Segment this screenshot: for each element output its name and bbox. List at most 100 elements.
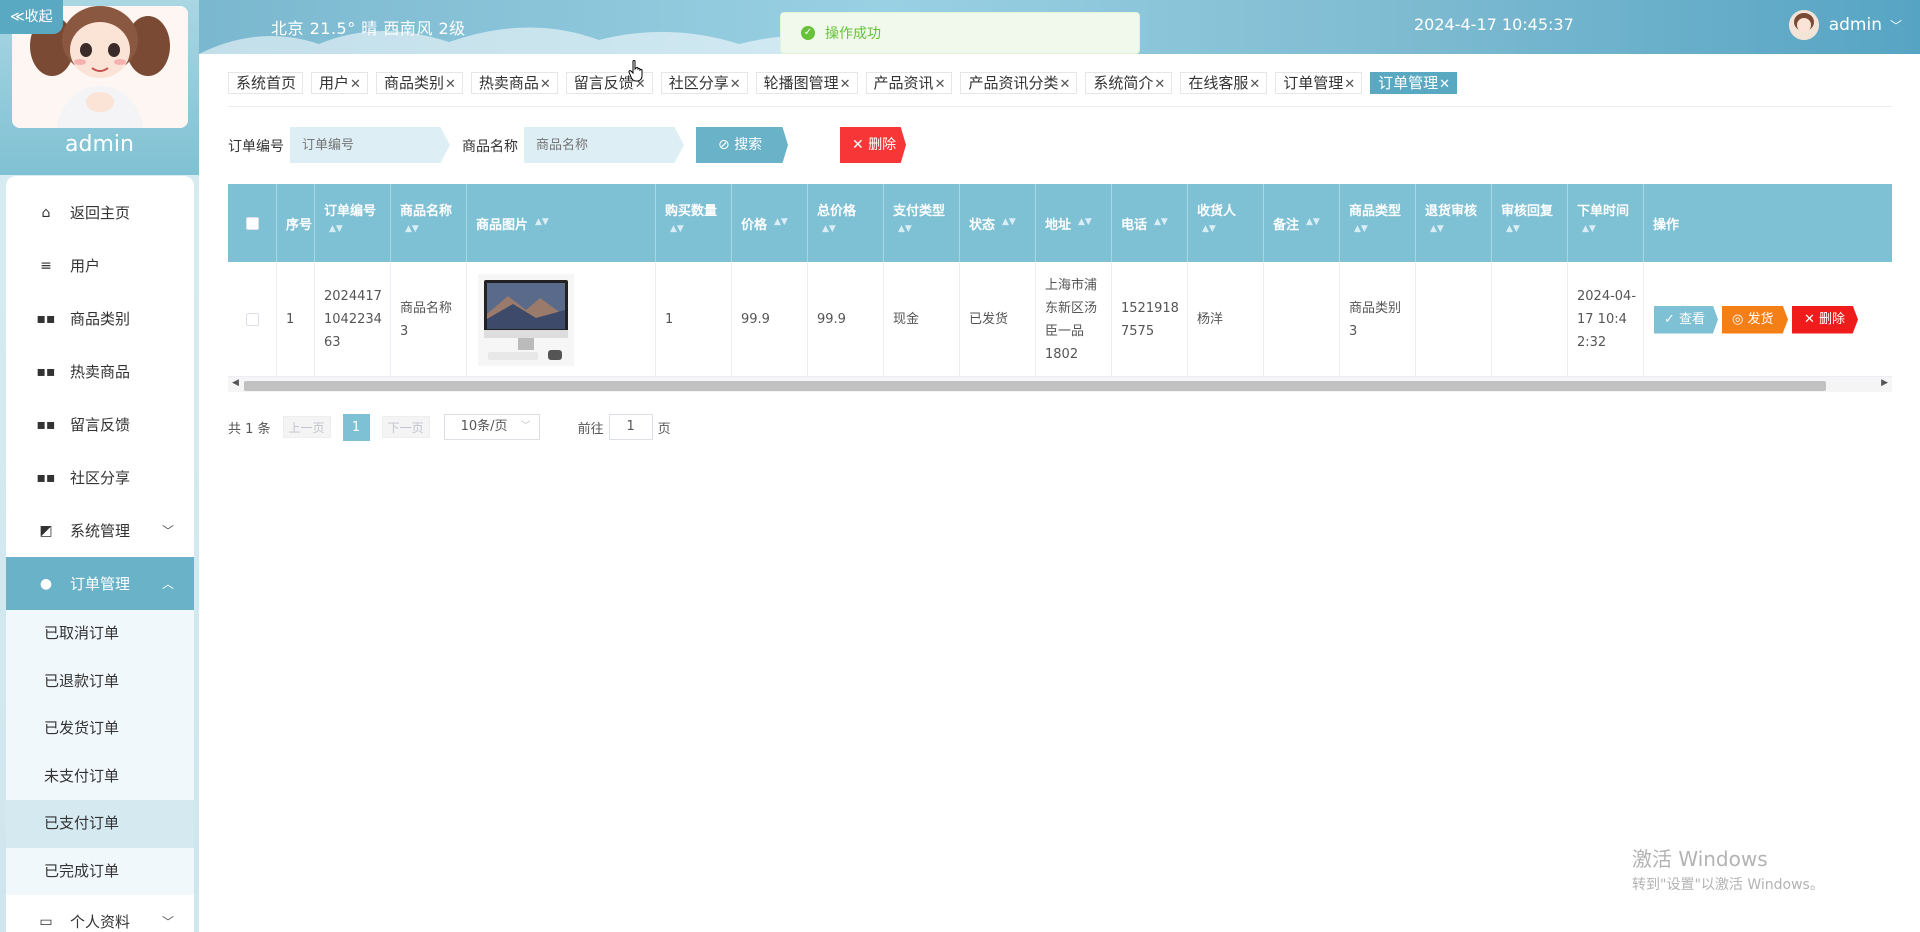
column-header[interactable]: 商品类型 ▲▼ (1340, 184, 1416, 262)
submenu-unpaid-orders[interactable]: 未支付订单 (6, 753, 194, 801)
cell-address: 上海市浦东新区汤臣一品1802 (1036, 262, 1112, 377)
sort-icon: ▲▼ (822, 224, 836, 234)
submenu-cancelled-orders[interactable]: 已取消订单 (6, 610, 194, 658)
sidebar-item-product-category[interactable]: ▪▪ 商品类别 (6, 292, 194, 345)
tab-users[interactable]: 用户✕ (311, 72, 368, 94)
tab-home[interactable]: 系统首页 (228, 72, 304, 94)
column-header[interactable]: 序号 (277, 184, 315, 262)
tab-system-intro[interactable]: 系统简介✕ (1085, 72, 1173, 94)
close-icon[interactable]: ✕ (1154, 77, 1165, 92)
prev-page-button[interactable]: 上一页 (282, 416, 331, 438)
batch-delete-button[interactable]: ✕ 删除 (840, 127, 906, 163)
column-header[interactable]: 购买数量 ▲▼ (656, 184, 732, 262)
sidebar-item-users[interactable]: ≡ 用户 (6, 239, 194, 292)
cell-phone: 15219187575 (1112, 262, 1188, 377)
column-header[interactable]: 商品图片 ▲▼ (467, 184, 656, 262)
close-icon[interactable]: ✕ (350, 77, 361, 92)
product-name-input[interactable] (524, 127, 684, 163)
tab-carousel[interactable]: 轮播图管理✕ (755, 72, 858, 94)
sort-icon: ▲▼ (1506, 224, 1520, 234)
chevron-down-icon: ﹀ (161, 915, 174, 929)
close-icon[interactable]: ✕ (1249, 77, 1260, 92)
column-header[interactable]: 总价格 ▲▼ (808, 184, 884, 262)
tab-order-management[interactable]: 订单管理✕ (1275, 72, 1363, 94)
profile-card-icon: ▭ (39, 913, 53, 930)
scroll-thumb[interactable] (244, 381, 1826, 391)
next-page-button[interactable]: 下一页 (381, 416, 430, 438)
horizontal-scrollbar[interactable]: ◀ ▶ (228, 377, 1892, 392)
tab-news-category[interactable]: 产品资讯分类✕ (960, 72, 1078, 94)
submenu-completed-orders[interactable]: 已完成订单 (6, 848, 194, 896)
search-icon: ⊘ (718, 137, 735, 153)
order-no-input[interactable] (290, 127, 450, 163)
page-size-select[interactable]: 10条/页 ﹀ (443, 414, 540, 440)
pagination: 共 1 条 上一页 1 下一页 10条/页 ﹀ 前往 1 页 (228, 413, 671, 441)
close-icon[interactable]: ✕ (1439, 77, 1450, 92)
close-icon[interactable]: ✕ (1344, 77, 1355, 92)
cell-pay-type: 现金 (884, 262, 960, 377)
cell-product-image (467, 262, 656, 377)
view-button[interactable]: ✓ 查看 (1654, 305, 1718, 334)
cell-receiver: 杨洋 (1188, 262, 1264, 377)
select-all-checkbox[interactable] (245, 216, 259, 230)
close-icon[interactable]: ✕ (935, 77, 946, 92)
column-header[interactable]: 商品名称 ▲▼ (391, 184, 467, 262)
grid-icon: ▪▪ (36, 469, 56, 486)
sidebar-item-hot-products[interactable]: ▪▪ 热卖商品 (6, 345, 194, 398)
sidebar-item-orders[interactable]: ● 订单管理 ︿ (6, 557, 194, 610)
cell-quantity: 1 (656, 262, 732, 377)
sidebar-item-system[interactable]: ◩ 系统管理 ﹀ (6, 504, 194, 557)
close-icon[interactable]: ✕ (730, 77, 741, 92)
tab-community[interactable]: 社区分享✕ (660, 72, 748, 94)
column-header[interactable]: 备注 ▲▼ (1264, 184, 1340, 262)
sidebar-item-label: 商品类别 (70, 310, 131, 328)
column-header[interactable]: 审核回复 ▲▼ (1492, 184, 1568, 262)
column-header[interactable]: 下单时间 ▲▼ (1568, 184, 1644, 262)
column-header[interactable]: 订单编号 ▲▼ (315, 184, 391, 262)
submenu-paid-orders[interactable]: 已支付订单 (6, 800, 194, 848)
scroll-right-icon[interactable]: ▶ (1881, 378, 1888, 388)
grid-icon: ▪▪ (36, 363, 56, 380)
row-checkbox[interactable] (245, 313, 259, 326)
column-header[interactable]: 支付类型 ▲▼ (884, 184, 960, 262)
search-button[interactable]: ⊘ 搜索 (696, 127, 788, 163)
sidebar-profile-area: ≪收起 admin (0, 0, 199, 175)
sidebar-item-community[interactable]: ▪▪ 社区分享 (6, 451, 194, 504)
scroll-left-icon[interactable]: ◀ (232, 378, 239, 388)
submenu-refunded-orders[interactable]: 已退款订单 (6, 658, 194, 706)
cell-return-review (1416, 262, 1492, 377)
close-icon[interactable]: ✕ (840, 77, 851, 92)
product-image[interactable] (478, 273, 574, 366)
tab-product-category[interactable]: 商品类别✕ (375, 72, 463, 94)
submenu-shipped-orders[interactable]: 已发货订单 (6, 705, 194, 753)
column-header[interactable]: 地址 ▲▼ (1036, 184, 1112, 262)
user-menu[interactable]: admin ﹀ (1788, 10, 1902, 40)
column-header[interactable]: 价格 ▲▼ (732, 184, 808, 262)
collapse-button[interactable]: ≪收起 (0, 0, 63, 34)
jump-page-input[interactable]: 1 (608, 414, 653, 440)
column-header[interactable]: 电话 ▲▼ (1112, 184, 1188, 262)
tab-online-service[interactable]: 在线客服✕ (1180, 72, 1268, 94)
tab-news[interactable]: 产品资讯✕ (865, 72, 953, 94)
sort-icon: ▲▼ (329, 224, 343, 234)
sidebar-item-profile[interactable]: ▭ 个人资料 ﹀ (6, 895, 194, 932)
sidebar-item-label: 社区分享 (70, 469, 131, 487)
close-icon[interactable]: ✕ (445, 77, 456, 92)
tab-hot-products[interactable]: 热卖商品✕ (470, 72, 558, 94)
column-header[interactable]: 收货人 ▲▼ (1188, 184, 1264, 262)
orders-table: 序号 订单编号 ▲▼ 商品名称 ▲▼ 商品图片 ▲▼ 购买数量 ▲▼ 价格 ▲▼ 总价格 ▲… (228, 184, 1892, 392)
table-header: 序号 订单编号 ▲▼ 商品名称 ▲▼ 商品图片 ▲▼ 购买数量 ▲▼ 价格 ▲▼ 总价格 ▲… (228, 184, 1892, 262)
row-select-cell (228, 262, 277, 377)
tab-order-management-active[interactable]: 订单管理✕ (1370, 72, 1458, 94)
ship-button[interactable]: ◎ 发货 (1722, 305, 1788, 334)
column-header[interactable]: 退货审核 ▲▼ (1416, 184, 1492, 262)
sidebar-item-feedback[interactable]: ▪▪ 留言反馈 (6, 398, 194, 451)
sidebar-item-home[interactable]: ⌂ 返回主页 (6, 186, 194, 239)
page-number[interactable]: 1 (342, 413, 370, 441)
close-icon[interactable]: ✕ (1059, 77, 1070, 92)
sort-icon: ▲▼ (1202, 224, 1216, 234)
delete-button[interactable]: ✕ 删除 (1792, 305, 1858, 334)
close-icon[interactable]: ✕ (540, 77, 551, 92)
column-header[interactable]: 状态 ▲▼ (960, 184, 1036, 262)
ship-icon: ◎ (1732, 311, 1748, 327)
